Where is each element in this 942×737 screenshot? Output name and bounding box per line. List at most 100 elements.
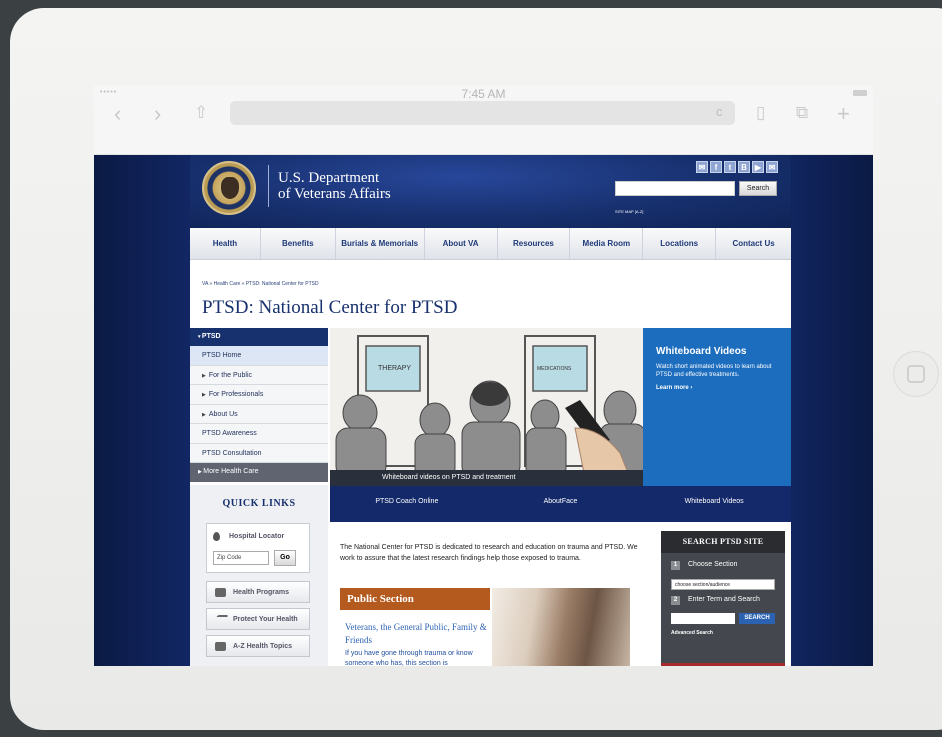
new-tab-icon[interactable]: + bbox=[837, 101, 850, 127]
az-health-topics-button[interactable]: A-Z Health Topics bbox=[206, 635, 310, 657]
intro-text: The National Center for PTSD is dedicate… bbox=[340, 544, 638, 562]
feature-tabs: PTSD Coach Online AboutFace Whiteboard V… bbox=[330, 486, 791, 522]
promo-banner[interactable] bbox=[661, 663, 785, 666]
back-icon[interactable]: ‹ bbox=[114, 101, 121, 127]
sidebar-item-ptsd-home[interactable]: PTSD Home bbox=[190, 346, 328, 366]
tab-aboutface[interactable]: AboutFace bbox=[484, 486, 638, 522]
site-map-link[interactable]: SITE MAP [A-Z] bbox=[615, 209, 643, 214]
left-sidebar-nav: ▾ PTSD PTSD Home ▶ For the Public ▶ For Pr… bbox=[190, 328, 328, 482]
subscribe-icon[interactable]: ✉ bbox=[766, 161, 778, 173]
nav-media-room[interactable]: Media Room bbox=[570, 228, 644, 259]
sidebar-item-label: PTSD Consultation bbox=[202, 449, 262, 457]
facebook-icon[interactable]: f bbox=[710, 161, 722, 173]
learn-more-link[interactable]: Learn more › bbox=[656, 385, 778, 391]
step-number-1: 1 bbox=[671, 561, 680, 570]
search-panel-title: SEARCH PTSD SITE bbox=[661, 531, 785, 553]
tab-ptsd-coach-online[interactable]: PTSD Coach Online bbox=[330, 486, 484, 522]
sidebar-item-ptsd-awareness[interactable]: PTSD Awareness bbox=[190, 424, 328, 444]
zip-code-input[interactable]: Zip Code bbox=[213, 551, 269, 565]
button-label: Protect Your Health bbox=[233, 616, 298, 623]
eagle-icon bbox=[221, 177, 239, 199]
sidebar-item-label: About Us bbox=[208, 410, 238, 418]
go-button[interactable]: Go bbox=[274, 550, 296, 566]
family-photo bbox=[492, 588, 630, 666]
tablet-screen: ••••• 7:45 AM ‹ › ⇧ c ▯ ⧉ + U.S. Departm… bbox=[94, 85, 873, 666]
hospital-locator: Hospital Locator Zip Code Go bbox=[206, 523, 310, 573]
sidebar-item-more-health-care[interactable]: ▶ More Health Care bbox=[190, 463, 328, 482]
nav-contact-us[interactable]: Contact Us bbox=[716, 228, 791, 259]
nav-about-va[interactable]: About VA bbox=[425, 228, 498, 259]
reload-icon[interactable]: c bbox=[716, 104, 723, 119]
health-programs-button[interactable]: Health Programs bbox=[206, 581, 310, 603]
step-one: 1 Choose Section bbox=[671, 561, 737, 570]
nav-benefits[interactable]: Benefits bbox=[261, 228, 336, 259]
advanced-search-link[interactable]: Advanced Search bbox=[671, 630, 713, 636]
hero-caption: Whiteboard videos on PTSD and treatment bbox=[330, 470, 643, 486]
step-two-label: Enter Term and Search bbox=[688, 596, 760, 603]
step-number-2: 2 bbox=[671, 596, 680, 605]
reader-icon[interactable]: ▯ bbox=[756, 103, 765, 123]
sidebar-item-about-us[interactable]: ▶ About Us bbox=[190, 404, 328, 424]
sidebar-item-for-the-public[interactable]: ▶ For the Public bbox=[190, 365, 328, 385]
sidebar-item-label: PTSD Awareness bbox=[202, 430, 257, 437]
tablet-side-button[interactable] bbox=[893, 351, 939, 397]
email-icon[interactable]: ✉ bbox=[696, 161, 708, 173]
chevron-right-icon: ▶ bbox=[202, 392, 206, 398]
twitter-icon[interactable]: t bbox=[724, 161, 736, 173]
nav-burials-memorials[interactable]: Burials & Memorials bbox=[336, 228, 425, 259]
page-title: PTSD: National Center for PTSD bbox=[202, 297, 458, 318]
sidebar-item-label: PTSD Home bbox=[202, 352, 242, 359]
nav-locations[interactable]: Locations bbox=[643, 228, 717, 259]
public-section-link[interactable]: Veterans, the General Public, Family & F… bbox=[345, 621, 495, 647]
section-select[interactable]: choose section/audience bbox=[671, 579, 775, 590]
va-seal-logo[interactable] bbox=[202, 161, 256, 215]
sidebar-item-for-professionals[interactable]: ▶ For Professionals bbox=[190, 385, 328, 405]
search-ptsd-site-panel: SEARCH PTSD SITE 1 Choose Section choose … bbox=[661, 531, 785, 666]
breadcrumb[interactable]: VA » Health Care » PTSD: National Center… bbox=[202, 281, 319, 287]
brand-name-line1[interactable]: U.S. Department bbox=[278, 170, 379, 187]
hospital-locator-label: Hospital Locator bbox=[229, 533, 285, 540]
chevron-right-icon: ▶ bbox=[202, 411, 206, 418]
brand-divider bbox=[268, 165, 269, 207]
site-search-input[interactable] bbox=[615, 181, 735, 196]
search-term-input[interactable] bbox=[671, 613, 735, 624]
sidebar-item-label: More Health Care bbox=[203, 468, 259, 475]
site-search-button[interactable]: Search bbox=[739, 181, 777, 196]
site-header: U.S. Department of Veterans Affairs ✉ f … bbox=[190, 155, 791, 228]
address-bar[interactable] bbox=[230, 101, 735, 125]
protect-your-health-button[interactable]: Protect Your Health bbox=[206, 608, 310, 630]
sidebar-item-label: For Professionals bbox=[208, 391, 264, 398]
youtube-icon[interactable]: ▶ bbox=[752, 161, 764, 173]
step-two: 2 Enter Term and Search bbox=[671, 596, 760, 605]
forward-icon[interactable]: › bbox=[154, 101, 161, 127]
tab-whiteboard-videos[interactable]: Whiteboard Videos bbox=[637, 486, 791, 522]
browser-chrome: ••••• 7:45 AM ‹ › ⇧ c ▯ ⧉ + bbox=[94, 85, 873, 155]
brand-name-line2[interactable]: of Veterans Affairs bbox=[278, 186, 391, 203]
heartbeat-icon bbox=[212, 615, 229, 624]
first-aid-icon bbox=[215, 588, 226, 597]
sidebar-item-ptsd-consultation[interactable]: PTSD Consultation bbox=[190, 443, 328, 463]
main-nav: Health Benefits Burials & Memorials Abou… bbox=[190, 228, 791, 260]
button-label: A-Z Health Topics bbox=[233, 643, 292, 650]
nav-resources[interactable]: Resources bbox=[498, 228, 571, 259]
chevron-right-icon: ▶ bbox=[202, 372, 206, 379]
hero-video[interactable]: THERAPY MEDICATIONS Whiteboard videos on… bbox=[330, 328, 643, 486]
quick-links-panel: QUICK LINKS Hospital Locator Zip Code Go… bbox=[190, 485, 328, 666]
whiteboard-videos-panel: Whiteboard Videos Watch short animated v… bbox=[643, 328, 791, 486]
list-icon bbox=[215, 642, 226, 651]
search-submit-button[interactable]: SEARCH bbox=[739, 613, 775, 624]
whiteboard-videos-description: Watch short animated videos to learn abo… bbox=[656, 364, 772, 378]
tabs-icon[interactable]: ⧉ bbox=[796, 103, 808, 123]
sidebar-heading[interactable]: ▾ PTSD bbox=[190, 328, 328, 346]
home-icon bbox=[907, 365, 925, 383]
blog-icon[interactable]: B bbox=[738, 161, 750, 173]
battery-icon bbox=[853, 90, 867, 96]
step-one-label: Choose Section bbox=[688, 561, 738, 568]
sidebar-item-label: For the Public bbox=[208, 371, 253, 379]
whiteboard-videos-title[interactable]: Whiteboard Videos bbox=[656, 346, 778, 357]
nav-health[interactable]: Health bbox=[190, 228, 261, 259]
sidebar-heading-label: PTSD bbox=[201, 333, 221, 340]
button-label: Health Programs bbox=[233, 589, 290, 596]
quick-links-title: QUICK LINKS bbox=[222, 498, 296, 509]
share-icon[interactable]: ⇧ bbox=[194, 103, 208, 123]
